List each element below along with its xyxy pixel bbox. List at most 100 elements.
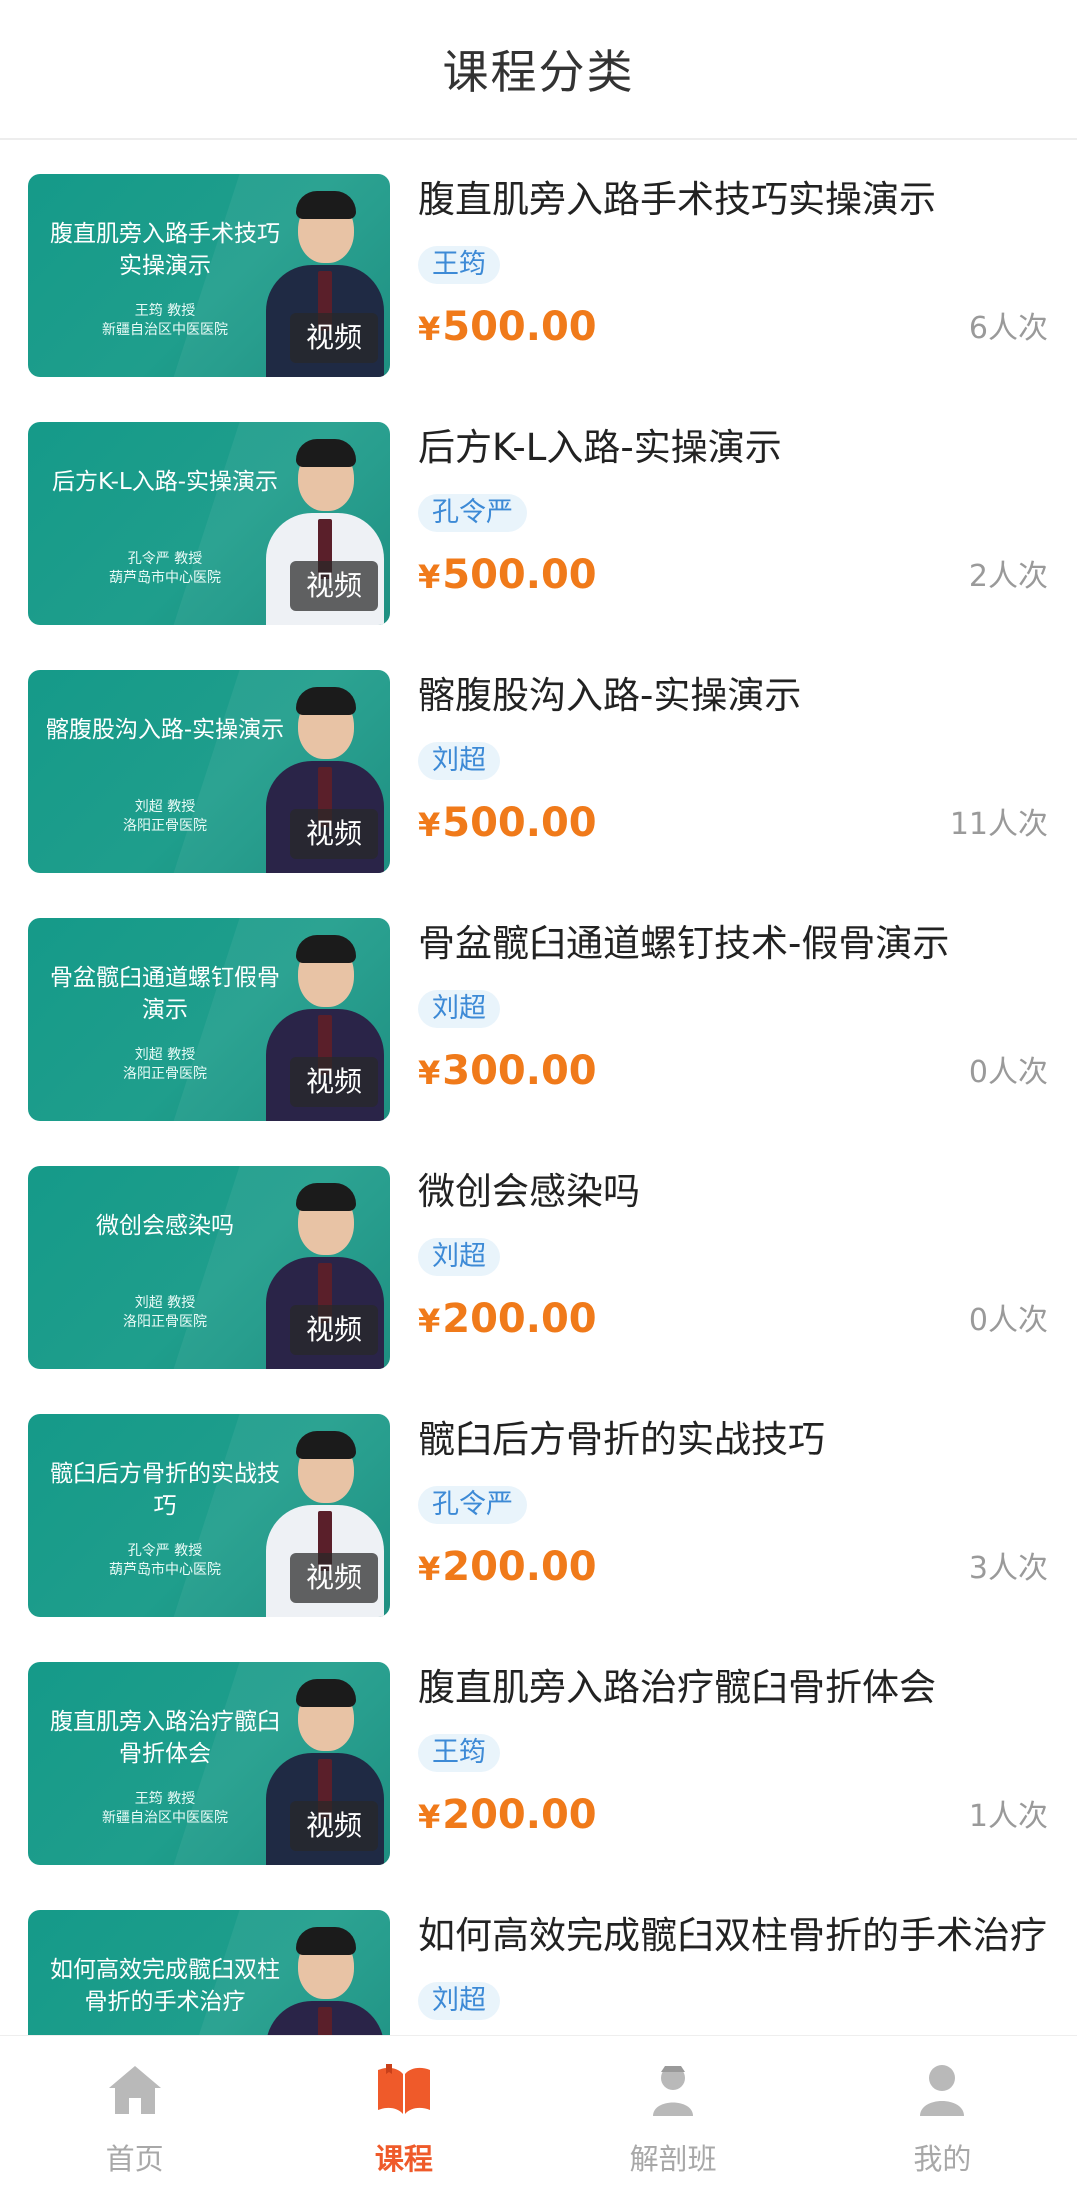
course-item[interactable]: 髂腹股沟入路-实操演示 刘超 教授 洛阳正骨医院 视频 髂腹股沟入路-实操演示 …: [0, 636, 1077, 884]
course-thumbnail[interactable]: 如何高效完成髋臼双柱骨折的手术治疗: [28, 1910, 390, 2035]
video-badge: 视频: [290, 1305, 378, 1355]
currency-symbol: ¥: [418, 806, 441, 844]
thumbnail-doctor-info: 刘超 教授 洛阳正骨医院: [40, 1046, 290, 1084]
person-class-icon: [653, 2066, 694, 2116]
course-item[interactable]: 腹直肌旁入路手术技巧实操演示 王筠 教授 新疆自治区中医医院 视频 腹直肌旁入路…: [0, 140, 1077, 388]
video-badge: 视频: [290, 561, 378, 611]
thumbnail-doctor-info: 王筠 教授 新疆自治区中医医院: [40, 1790, 290, 1828]
course-info: 后方K-L入路-实操演示 孔令严 ¥500.00 2人次: [418, 422, 1048, 627]
thumbnail-title: 微创会感染吗: [96, 1213, 234, 1239]
user-icon: [920, 2065, 965, 2116]
view-count: 1人次: [968, 1799, 1048, 1834]
course-title[interactable]: 腹直肌旁入路手术技巧实操演示: [418, 174, 1048, 226]
thumbnail-doctor: 孔令严 教授: [127, 1543, 203, 1559]
course-price: ¥200.00: [418, 1538, 597, 1598]
price-value: 500.00: [442, 552, 597, 598]
thumbnail-hospital: 葫芦岛市中心医院: [109, 1562, 221, 1578]
course-thumbnail[interactable]: 髋臼后方骨折的实战技巧 孔令严 教授 葫芦岛市中心医院 视频: [28, 1414, 390, 1617]
course-info: 微创会感染吗 刘超 ¥200.00 0人次: [418, 1166, 1048, 1371]
thumbnail-doctor-info: 刘超 教授 洛阳正骨医院: [40, 798, 290, 836]
course-thumbnail[interactable]: 微创会感染吗 刘超 教授 洛阳正骨医院 视频: [28, 1166, 390, 1369]
course-title[interactable]: 后方K-L入路-实操演示: [418, 422, 1048, 474]
course-price: ¥200.00: [418, 1290, 597, 1350]
course-title[interactable]: 腹直肌旁入路治疗髋臼骨折体会: [418, 1662, 1048, 1714]
thumbnail-doctor: 王筠 教授: [134, 1791, 196, 1807]
view-count: 3人次: [968, 1551, 1048, 1586]
thumbnail-doctor-info: 孔令严 教授 葫芦岛市中心医院: [40, 550, 290, 588]
video-badge: 视频: [290, 1801, 378, 1851]
teacher-tag: 孔令严: [418, 494, 527, 532]
book-icon: [377, 2064, 430, 2114]
currency-symbol: ¥: [418, 558, 441, 596]
course-info: 腹直肌旁入路治疗髋臼骨折体会 王筠 ¥200.00 1人次: [418, 1662, 1048, 1867]
currency-symbol: ¥: [418, 1798, 441, 1836]
thumbnail-title: 腹直肌旁入路治疗髋臼骨折体会: [50, 1709, 280, 1767]
currency-symbol: ¥: [418, 1550, 441, 1588]
course-info: 如何高效完成髋臼双柱骨折的手术治疗 刘超: [418, 1910, 1048, 2035]
teacher-tag: 刘超: [418, 1238, 500, 1276]
teacher-tag: 刘超: [418, 1982, 500, 2020]
course-item[interactable]: 如何高效完成髋臼双柱骨折的手术治疗 如何高效完成髋臼双柱骨折的手术治疗 刘超: [0, 1876, 1077, 2035]
top-bar: 课程分类: [0, 0, 1077, 140]
thumbnail-title: 腹直肌旁入路手术技巧实操演示: [50, 221, 280, 279]
tab-courses[interactable]: 课程: [269, 2036, 538, 2191]
course-title[interactable]: 髋臼后方骨折的实战技巧: [418, 1414, 1048, 1466]
course-item[interactable]: 微创会感染吗 刘超 教授 洛阳正骨医院 视频 微创会感染吗 刘超 ¥200.00…: [0, 1132, 1077, 1380]
thumbnail-title: 骨盆髋臼通道螺钉假骨演示: [50, 965, 280, 1023]
course-price: ¥200.00: [418, 1786, 597, 1846]
page-title: 课程分类: [442, 45, 635, 99]
tab-label: 首页: [105, 2142, 164, 2176]
thumbnail-doctor-info: 王筠 教授 新疆自治区中医医院: [40, 302, 290, 340]
thumbnail-doctor: 刘超 教授: [134, 1295, 196, 1311]
view-count: 2人次: [968, 559, 1048, 594]
price-value: 300.00: [442, 1048, 597, 1094]
thumbnail-hospital: 洛阳正骨医院: [123, 1314, 207, 1330]
teacher-tag: 王筠: [418, 1734, 500, 1772]
course-item[interactable]: 骨盆髋臼通道螺钉假骨演示 刘超 教授 洛阳正骨医院 视频 骨盆髋臼通道螺钉技术-…: [0, 884, 1077, 1132]
course-title[interactable]: 髂腹股沟入路-实操演示: [418, 670, 1048, 722]
course-price: ¥300.00: [418, 1042, 597, 1102]
course-price: ¥500.00: [418, 794, 597, 854]
view-count: 0人次: [968, 1303, 1048, 1338]
course-thumbnail[interactable]: 腹直肌旁入路治疗髋臼骨折体会 王筠 教授 新疆自治区中医医院 视频: [28, 1662, 390, 1865]
thumbnail-title: 髂腹股沟入路-实操演示: [45, 717, 285, 743]
doctor-portrait: [266, 1923, 384, 2035]
view-count: 11人次: [949, 807, 1048, 842]
view-count: 6人次: [968, 311, 1048, 346]
course-item[interactable]: 腹直肌旁入路治疗髋臼骨折体会 王筠 教授 新疆自治区中医医院 视频 腹直肌旁入路…: [0, 1628, 1077, 1876]
course-thumbnail[interactable]: 后方K-L入路-实操演示 孔令严 教授 葫芦岛市中心医院 视频: [28, 422, 390, 625]
home-icon: [108, 2066, 161, 2114]
thumbnail-doctor-info: 孔令严 教授 葫芦岛市中心医院: [40, 1542, 290, 1580]
course-thumbnail[interactable]: 腹直肌旁入路手术技巧实操演示 王筠 教授 新疆自治区中医医院 视频: [28, 174, 390, 377]
tab-home[interactable]: 首页: [0, 2036, 269, 2191]
course-info: 骨盆髋臼通道螺钉技术-假骨演示 刘超 ¥300.00 0人次: [418, 918, 1048, 1123]
course-thumbnail[interactable]: 髂腹股沟入路-实操演示 刘超 教授 洛阳正骨医院 视频: [28, 670, 390, 873]
course-title[interactable]: 如何高效完成髋臼双柱骨折的手术治疗: [418, 1910, 1048, 1962]
thumbnail-doctor: 王筠 教授: [134, 303, 196, 319]
video-badge: 视频: [290, 313, 378, 363]
view-count: 0人次: [968, 1055, 1048, 1090]
price-value: 200.00: [442, 1544, 597, 1590]
thumbnail-title: 髋臼后方骨折的实战技巧: [50, 1461, 280, 1519]
thumbnail-hospital: 新疆自治区中医医院: [102, 1810, 228, 1826]
video-badge: 视频: [290, 1057, 378, 1107]
tab-mine[interactable]: 我的: [808, 2036, 1077, 2191]
price-value: 500.00: [442, 304, 597, 350]
tab-label: 解剖班: [629, 2142, 717, 2176]
course-list[interactable]: 腹直肌旁入路手术技巧实操演示 王筠 教授 新疆自治区中医医院 视频 腹直肌旁入路…: [0, 140, 1077, 2035]
teacher-tag: 刘超: [418, 742, 500, 780]
thumbnail-hospital: 新疆自治区中医医院: [102, 322, 228, 338]
course-item[interactable]: 髋臼后方骨折的实战技巧 孔令严 教授 葫芦岛市中心医院 视频 髋臼后方骨折的实战…: [0, 1380, 1077, 1628]
course-thumbnail[interactable]: 骨盆髋臼通道螺钉假骨演示 刘超 教授 洛阳正骨医院 视频: [28, 918, 390, 1121]
thumbnail-doctor: 刘超 教授: [134, 799, 196, 815]
thumbnail-hospital: 洛阳正骨医院: [123, 1066, 207, 1082]
currency-symbol: ¥: [418, 1302, 441, 1340]
tab-label: 课程: [374, 2142, 433, 2176]
course-title[interactable]: 骨盆髋臼通道螺钉技术-假骨演示: [418, 918, 1048, 970]
course-info: 髋臼后方骨折的实战技巧 孔令严 ¥200.00 3人次: [418, 1414, 1048, 1619]
course-title[interactable]: 微创会感染吗: [418, 1166, 1048, 1218]
course-item[interactable]: 后方K-L入路-实操演示 孔令严 教授 葫芦岛市中心医院 视频 后方K-L入路-…: [0, 388, 1077, 636]
thumbnail-doctor: 孔令严 教授: [127, 551, 203, 567]
video-badge: 视频: [290, 1553, 378, 1603]
tab-anatomy-class[interactable]: 解剖班: [539, 2036, 808, 2191]
